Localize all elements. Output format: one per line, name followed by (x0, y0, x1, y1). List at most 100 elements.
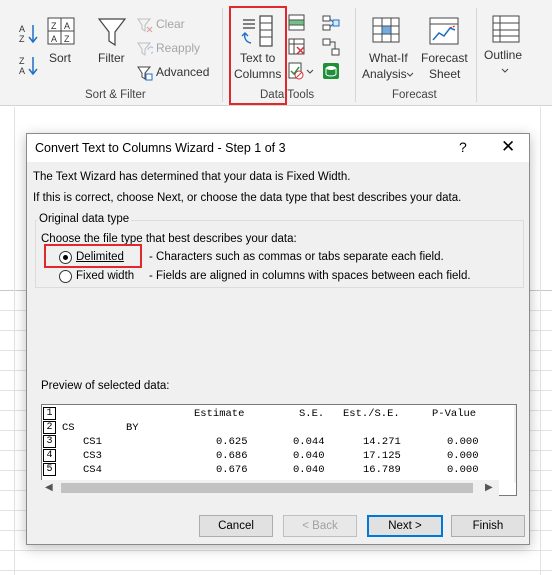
chevron-down-icon (406, 72, 414, 77)
advanced-filter-button[interactable]: Advanced (137, 64, 212, 82)
delimited-radio[interactable] (59, 251, 72, 264)
preview-cell: CS3 (83, 450, 102, 462)
preview-row: 4 CS3 0.686 0.040 17.125 0.000 (42, 449, 512, 463)
grid-line (14, 107, 15, 575)
row-number: 2 (43, 421, 56, 434)
reapply-icon (137, 42, 153, 56)
manage-data-model-button[interactable] (322, 62, 340, 80)
fixed-width-option[interactable]: Fixed width (59, 268, 147, 286)
preview-cell: 0.676 (216, 464, 248, 476)
flash-fill-button[interactable] (288, 14, 306, 32)
group-divider (222, 8, 223, 102)
delimited-description: - Characters such as commas or tabs sepa… (149, 251, 444, 263)
cancel-button[interactable]: Cancel (199, 515, 273, 537)
flash-fill-icon (288, 14, 305, 31)
preview-cell: 0.040 (293, 450, 325, 462)
preview-cell: Est./S.E. (343, 408, 400, 420)
preview-cell: CS4 (83, 464, 102, 476)
clear-label: Clear (156, 17, 185, 31)
preview-cell: 16.789 (363, 464, 401, 476)
delimited-label: Delimited (76, 251, 124, 263)
sort-filter-group-label: Sort & Filter (85, 89, 146, 101)
preview-label: Preview of selected data: (41, 380, 170, 392)
forecast-sheet-label-line1: Forecast (421, 51, 468, 65)
sort-ascending-icon: A Z (19, 24, 38, 44)
text-to-columns-label-line2: Columns (234, 67, 282, 81)
preview-cell: 17.125 (363, 450, 401, 462)
preview-horizontal-scrollbar[interactable]: ◀ ▶ (41, 480, 499, 496)
dialog-title: Convert Text to Columns Wizard - Step 1 … (35, 141, 286, 155)
reapply-button[interactable]: Reapply (137, 40, 202, 58)
sort-label: Sort (49, 51, 72, 65)
preview-cell: P-Value (432, 408, 477, 420)
consolidate-button[interactable] (322, 14, 340, 32)
clear-button[interactable]: Clear (137, 16, 187, 34)
intro-text-line1: The Text Wizard has determined that your… (33, 171, 351, 183)
preview-cell: 0.000 (447, 450, 479, 462)
dialog-title-bar[interactable]: Convert Text to Columns Wizard - Step 1 … (27, 134, 529, 162)
row-number: 4 (43, 449, 56, 462)
preview-row: 5 CS4 0.676 0.040 16.789 0.000 (42, 463, 512, 477)
clear-filter-icon (137, 18, 153, 33)
relationships-icon (322, 38, 340, 56)
preview-cell: 0.040 (293, 464, 325, 476)
preview-vertical-scrollbar[interactable]: ▲ ▼ (514, 405, 516, 483)
help-icon[interactable]: ? (459, 139, 467, 155)
fixed-width-label: Fixed width (76, 270, 135, 282)
horizontal-scroll-thumb[interactable] (61, 483, 473, 493)
fixed-width-description: - Fields are aligned in columns with spa… (149, 270, 471, 282)
svg-text:Z: Z (51, 21, 57, 31)
outline-icon (492, 15, 520, 43)
original-data-type-legend: Original data type (37, 213, 132, 225)
text-to-columns-icon (241, 15, 273, 47)
fixed-width-radio[interactable] (59, 270, 72, 283)
sort-ascending-button[interactable]: A Z (18, 22, 40, 44)
forecast-sheet-icon (429, 17, 459, 45)
svg-text:A: A (51, 34, 57, 44)
delimited-option[interactable]: Delimited (59, 249, 147, 267)
preview-cell: 0.000 (447, 464, 479, 476)
preview-cell: 0.625 (216, 436, 248, 448)
data-model-icon (323, 63, 339, 79)
remove-duplicates-button[interactable] (288, 38, 306, 56)
choose-file-type-prompt: Choose the file type that best describes… (41, 233, 297, 245)
preview-row: 2 CS BY (42, 421, 512, 435)
row-number: 5 (43, 463, 56, 476)
preview-row: 1 Estimate S.E. Est./S.E. P-Value (42, 407, 512, 421)
back-button[interactable]: < Back (283, 515, 357, 537)
chevron-down-icon (501, 68, 509, 73)
preview-cell: CS (62, 422, 75, 434)
group-divider (355, 8, 356, 102)
advanced-label: Advanced (156, 65, 210, 79)
svg-text:A: A (64, 21, 70, 31)
intro-text-line2: If this is correct, choose Next, or choo… (33, 192, 462, 204)
data-validation-button[interactable] (288, 62, 316, 80)
preview-cell: 0.044 (293, 436, 325, 448)
next-button[interactable]: Next > (367, 515, 443, 537)
group-divider (476, 8, 477, 102)
ribbon: A Z Z A Z A A Z Sort Filter Clear Reappl… (0, 0, 552, 106)
scroll-left-icon[interactable]: ◀ (45, 482, 53, 493)
data-validation-icon (288, 62, 314, 80)
svg-text:Z: Z (19, 34, 25, 44)
sort-descending-icon: Z A (19, 56, 38, 76)
scroll-right-icon[interactable]: ▶ (485, 482, 493, 493)
filter-label: Filter (98, 51, 125, 65)
what-if-label-line1: What-If (369, 51, 408, 65)
row-number: 3 (43, 435, 56, 448)
preview-cell: 14.271 (363, 436, 401, 448)
close-icon[interactable]: ✕ (501, 137, 515, 157)
advanced-filter-icon (137, 66, 153, 81)
svg-text:Z: Z (19, 56, 25, 66)
consolidate-icon (322, 15, 340, 31)
preview-cell: 0.000 (447, 436, 479, 448)
forecast-group-label: Forecast (392, 89, 437, 101)
reapply-label: Reapply (156, 41, 201, 55)
finish-button[interactable]: Finish (451, 515, 525, 537)
outline-label: Outline (484, 48, 523, 62)
preview-row: 3 CS1 0.625 0.044 14.271 0.000 (42, 435, 512, 449)
grid-line (540, 107, 541, 575)
sort-descending-button[interactable]: Z A (18, 54, 40, 76)
text-to-columns-label-line1: Text to (240, 51, 276, 65)
relationships-button[interactable] (322, 38, 340, 56)
